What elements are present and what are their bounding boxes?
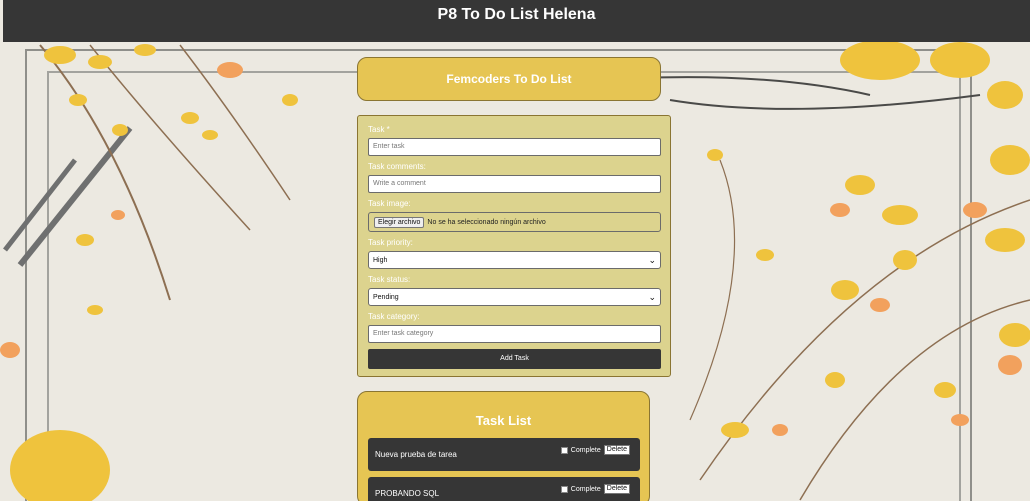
task-form: Task * Enter task Task comments: Write a… bbox=[357, 115, 671, 377]
task-controls: Complete Delete bbox=[560, 484, 630, 494]
task-list-panel: Task List Nueva prueba de tarea Complete… bbox=[357, 391, 650, 501]
task-list-title: Task List bbox=[475, 413, 532, 428]
task-item: PROBANDO SQL Complete Delete bbox=[368, 477, 640, 501]
complete-checkbox[interactable] bbox=[560, 485, 568, 493]
status-label: Task status: bbox=[368, 275, 411, 284]
task-name: Nueva prueba de tarea bbox=[375, 450, 457, 459]
task-label: Task * bbox=[368, 125, 390, 134]
image-label: Task image: bbox=[368, 199, 411, 208]
chevron-down-icon: ⌄ bbox=[648, 254, 656, 265]
add-task-button[interactable]: Add Task bbox=[368, 349, 661, 369]
delete-button[interactable]: Delete bbox=[603, 445, 630, 455]
header-card-title: Femcoders To Do List bbox=[446, 72, 572, 86]
priority-label: Task priority: bbox=[368, 238, 413, 247]
task-controls: Complete Delete bbox=[560, 445, 630, 455]
delete-button[interactable]: Delete bbox=[603, 484, 630, 494]
choose-file-button[interactable]: Elegir archivo bbox=[374, 216, 425, 228]
file-status-text: No se ha seleccionado ningún archivo bbox=[427, 218, 546, 226]
status-value: Pending bbox=[373, 293, 399, 301]
task-name: PROBANDO SQL bbox=[375, 489, 440, 498]
category-label: Task category: bbox=[368, 312, 420, 321]
category-input[interactable]: Enter task category bbox=[368, 325, 661, 343]
complete-checkbox[interactable] bbox=[560, 446, 568, 454]
header-card: Femcoders To Do List bbox=[357, 57, 661, 101]
task-item: Nueva prueba de tarea Complete Delete bbox=[368, 438, 640, 471]
priority-select[interactable]: High ⌄ bbox=[368, 251, 661, 269]
app-title: P8 To Do List Helena bbox=[437, 6, 596, 23]
status-select[interactable]: Pending ⌄ bbox=[368, 288, 661, 306]
app-header: P8 To Do List Helena bbox=[3, 0, 1030, 42]
comments-input[interactable]: Write a comment bbox=[368, 175, 661, 193]
complete-label: Complete bbox=[570, 446, 601, 454]
comments-label: Task comments: bbox=[368, 162, 426, 171]
priority-value: High bbox=[373, 256, 388, 264]
image-file-input[interactable]: Elegir archivo No se ha seleccionado nin… bbox=[368, 212, 661, 232]
chevron-down-icon: ⌄ bbox=[648, 291, 656, 302]
task-input[interactable]: Enter task bbox=[368, 138, 661, 156]
complete-label: Complete bbox=[570, 485, 601, 493]
